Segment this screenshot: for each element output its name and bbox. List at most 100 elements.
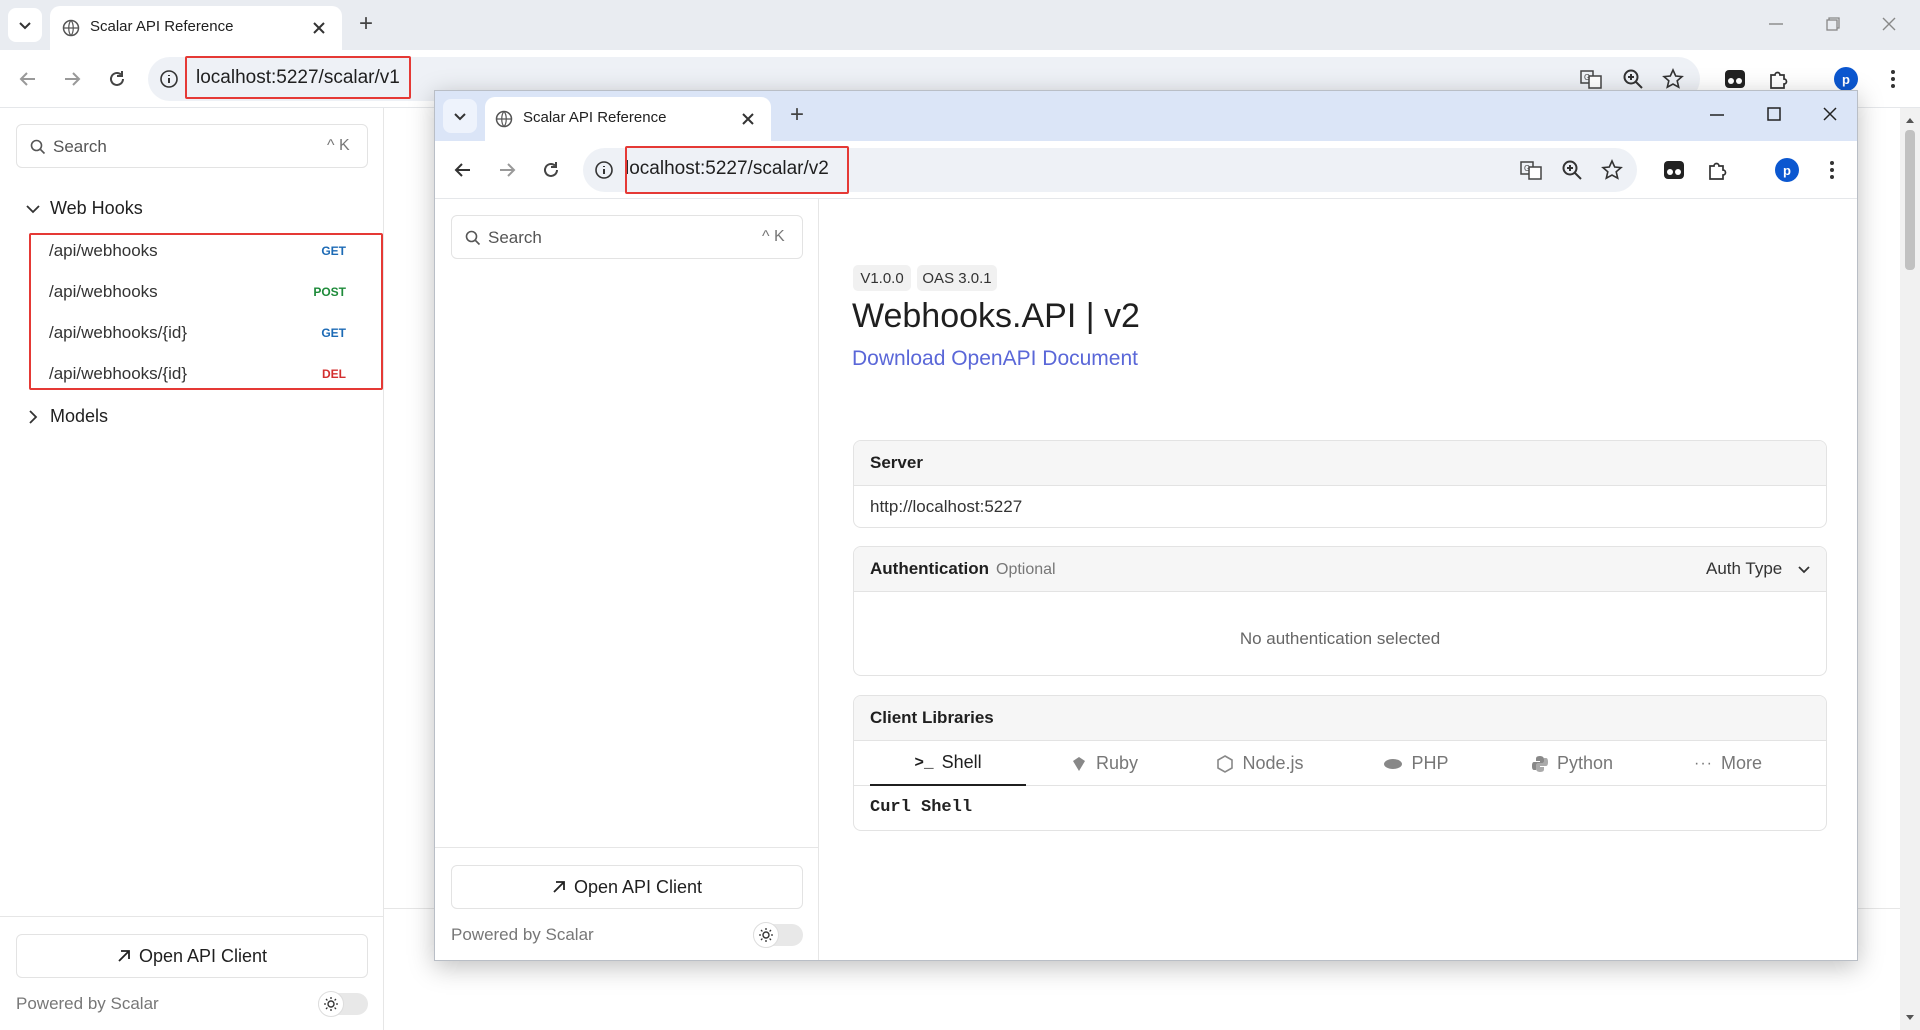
- incognito-extension-icon[interactable]: [1724, 68, 1746, 90]
- search-placeholder: Search: [53, 137, 107, 156]
- tab-ruby[interactable]: Ruby: [1026, 741, 1182, 786]
- search-icon: [465, 230, 481, 246]
- server-card-header: Server: [854, 441, 1826, 486]
- server-title: Server: [870, 453, 923, 472]
- chevron-down-icon: [19, 22, 31, 30]
- minimize-icon[interactable]: [1709, 113, 1725, 117]
- translate-icon[interactable]: G: [1520, 159, 1542, 181]
- code-label: Curl Shell: [870, 798, 973, 817]
- tab-search-button[interactable]: [443, 99, 477, 133]
- zoom-icon[interactable]: [1622, 68, 1644, 90]
- server-url[interactable]: http://localhost:5227: [870, 497, 1022, 517]
- new-tab-button[interactable]: +: [781, 99, 813, 131]
- tab-title: Scalar API Reference: [90, 18, 234, 35]
- menu-kebab-icon[interactable]: [1829, 159, 1835, 181]
- globe-icon: [495, 110, 513, 128]
- tab-php[interactable]: PHP: [1338, 741, 1494, 786]
- menu-kebab-icon[interactable]: [1890, 68, 1896, 90]
- tab-nodejs[interactable]: Node.js: [1182, 741, 1338, 786]
- open-api-client-label: Open API Client: [573, 876, 703, 897]
- client-libraries-header: Client Libraries: [854, 696, 1826, 741]
- arrow-up-right-icon: [553, 881, 565, 893]
- group-models[interactable]: Models: [24, 404, 364, 430]
- front-tab-active[interactable]: Scalar API Reference: [485, 97, 771, 141]
- front-search-input[interactable]: Search ^ K: [451, 215, 803, 259]
- auth-type-dropdown[interactable]: Auth Type: [1706, 557, 1816, 583]
- back-arrow-icon[interactable]: [453, 160, 473, 180]
- reload-icon[interactable]: [541, 160, 561, 180]
- oas-badge: OAS 3.0.1: [917, 265, 997, 291]
- group-web-hooks[interactable]: Web Hooks: [24, 196, 364, 222]
- server-card: Server http://localhost:5227: [853, 440, 1827, 528]
- translate-icon[interactable]: G: [1580, 68, 1602, 90]
- reload-icon[interactable]: [107, 69, 127, 89]
- svg-text:G: G: [1524, 164, 1530, 173]
- profile-avatar[interactable]: p: [1834, 67, 1858, 91]
- tab-python[interactable]: Python: [1494, 741, 1650, 786]
- maximize-icon[interactable]: [1767, 107, 1781, 121]
- download-openapi-link[interactable]: Download OpenAPI Document: [852, 347, 1138, 371]
- chevron-right-icon: [29, 410, 38, 424]
- theme-toggle[interactable]: [753, 922, 803, 948]
- powered-by-scalar[interactable]: Powered by Scalar: [16, 994, 159, 1014]
- open-api-client-button[interactable]: Open API Client: [16, 934, 368, 978]
- bookmark-star-icon[interactable]: [1601, 159, 1623, 181]
- back-tab-active[interactable]: Scalar API Reference: [50, 6, 342, 50]
- front-browser-window: Scalar API Reference + localhost:5227/sc…: [434, 90, 1858, 961]
- chevron-down-icon: [26, 205, 40, 214]
- open-api-client-button[interactable]: Open API Client: [451, 865, 803, 909]
- zoom-icon[interactable]: [1561, 159, 1583, 181]
- forward-arrow-icon[interactable]: [62, 69, 82, 89]
- client-libraries-title: Client Libraries: [870, 708, 994, 727]
- theme-toggle[interactable]: [318, 991, 368, 1017]
- back-scrollbar[interactable]: [1900, 108, 1920, 1030]
- scroll-down-icon[interactable]: [1905, 1014, 1915, 1022]
- incognito-extension-icon[interactable]: [1663, 159, 1685, 181]
- scroll-up-icon[interactable]: [1905, 116, 1915, 124]
- no-auth-text: No authentication selected: [1239, 629, 1441, 648]
- more-dots-icon: ···: [1694, 754, 1713, 772]
- close-tab-icon[interactable]: [741, 112, 755, 126]
- profile-avatar[interactable]: p: [1775, 158, 1799, 182]
- tab-title: Scalar API Reference: [523, 109, 667, 126]
- new-tab-button[interactable]: +: [350, 8, 382, 40]
- search-placeholder: Search: [488, 228, 542, 247]
- version-badge: V1.0.0: [853, 265, 911, 291]
- powered-by-scalar[interactable]: Powered by Scalar: [451, 925, 594, 945]
- scroll-thumb[interactable]: [1905, 130, 1915, 270]
- bookmark-star-icon[interactable]: [1662, 68, 1684, 90]
- site-info-icon[interactable]: [594, 160, 614, 180]
- restore-icon[interactable]: [1826, 17, 1840, 31]
- tab-label: Python: [1556, 753, 1614, 773]
- close-window-icon[interactable]: [1823, 107, 1837, 121]
- close-tab-icon[interactable]: [312, 21, 326, 35]
- tab-label: Node.js: [1242, 753, 1304, 773]
- tab-label: More: [1720, 753, 1762, 773]
- page-title: Webhooks.API | v2: [852, 297, 1140, 335]
- site-info-icon[interactable]: [159, 69, 179, 89]
- group-label: Models: [50, 406, 109, 426]
- search-shortcut: ^ K: [762, 228, 785, 245]
- auth-optional: Optional: [996, 561, 1056, 578]
- open-api-client-label: Open API Client: [138, 945, 268, 966]
- close-window-icon[interactable]: [1882, 17, 1896, 31]
- nodejs-icon: [1217, 754, 1234, 773]
- tab-more[interactable]: ··· More: [1650, 741, 1806, 786]
- sidebar-footer-divider: [0, 916, 384, 917]
- tab-shell[interactable]: >_ Shell: [870, 741, 1026, 786]
- extensions-puzzle-icon[interactable]: [1707, 159, 1729, 181]
- tab-label: Ruby: [1095, 753, 1139, 773]
- back-tab-strip: Scalar API Reference +: [0, 0, 1920, 50]
- ruby-icon: [1072, 756, 1085, 771]
- front-tab-strip: Scalar API Reference +: [435, 91, 1857, 141]
- endpoints-highlight: [29, 233, 383, 390]
- extensions-puzzle-icon[interactable]: [1768, 68, 1790, 90]
- minimize-icon[interactable]: [1768, 22, 1784, 26]
- back-arrow-icon[interactable]: [18, 69, 38, 89]
- tab-search-button[interactable]: [8, 8, 42, 42]
- forward-arrow-icon[interactable]: [497, 160, 517, 180]
- chevron-down-icon: [1798, 566, 1810, 574]
- arrow-up-right-icon: [118, 950, 130, 962]
- auth-title: Authentication: [870, 559, 989, 578]
- back-search-input[interactable]: Search ^ K: [16, 124, 368, 168]
